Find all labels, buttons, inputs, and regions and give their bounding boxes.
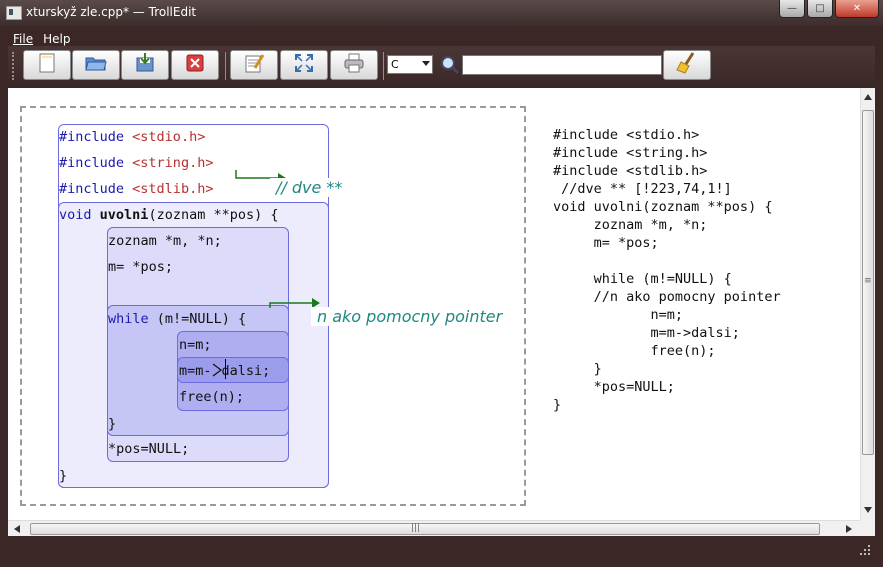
resize-grip-icon[interactable] [859, 544, 871, 556]
language-value: C [391, 58, 399, 71]
text-line[interactable]: } [553, 396, 561, 414]
toolbar-separator [383, 52, 384, 80]
fullscreen-button[interactable] [280, 50, 328, 80]
close-file-button[interactable] [171, 50, 219, 80]
scroll-left-icon[interactable] [14, 525, 20, 533]
maximize-button[interactable]: □ [807, 0, 833, 18]
include-line: #include <stdio.h> [59, 129, 206, 145]
new-file-button[interactable] [23, 50, 71, 80]
text-line[interactable]: m= *pos; [553, 234, 659, 252]
open-file-button[interactable] [72, 50, 120, 80]
text-line[interactable]: #include <stdlib.h> [553, 162, 707, 180]
text-line[interactable]: while (m!=NULL) { [553, 270, 732, 288]
print-button[interactable] [330, 50, 378, 80]
search-icon [440, 55, 460, 75]
assign-line: m= *pos; [108, 259, 174, 275]
scroll-down-icon[interactable] [864, 507, 872, 513]
text-line[interactable]: #include <stdio.h> [553, 126, 699, 144]
text-line[interactable]: *pos=NULL; [553, 378, 675, 396]
text-line[interactable]: free(n); [553, 342, 716, 360]
menu-help[interactable]: Help [38, 31, 75, 46]
edit-button[interactable] [230, 50, 278, 80]
while-header: while (m!=NULL) { [108, 311, 247, 327]
new-document-icon [38, 53, 56, 77]
scroll-corner [860, 520, 875, 536]
app-icon [6, 6, 22, 20]
editor-area[interactable]: #include <stdio.h> #include <string.h> #… [8, 88, 860, 520]
menu-file[interactable]: File [8, 31, 38, 46]
window-controls: — □ ✕ [779, 0, 879, 20]
search-input[interactable] [462, 55, 662, 75]
declaration-line: zoznam *m, *n; [108, 233, 222, 249]
chevron-down-icon [422, 61, 430, 66]
text-cursor [225, 359, 226, 379]
text-line[interactable]: //n ako pomocny pointer [553, 288, 781, 306]
statement-line: free(n); [179, 389, 245, 405]
save-icon [134, 53, 156, 77]
text-line[interactable]: n=m; [553, 306, 684, 324]
status-bar [8, 537, 875, 559]
include-line: #include <string.h> [59, 155, 214, 171]
while-close: } [108, 416, 117, 432]
text-line[interactable]: } [553, 360, 602, 378]
window-title: xturskyž zle.cpp* — TrollEdit [26, 5, 197, 19]
scroll-right-icon[interactable] [846, 525, 852, 533]
final-line: *pos=NULL; [108, 441, 190, 457]
toolbar: C [8, 46, 875, 86]
horizontal-scroll-thumb[interactable]: ||| [30, 523, 820, 535]
statement-line: n=m; [179, 337, 212, 353]
text-line[interactable]: void uvolni(zoznam **pos) { [553, 198, 772, 216]
text-line[interactable]: m=m->dalsi; [553, 324, 740, 342]
comment-dve[interactable]: // dve ** [270, 178, 349, 197]
text-line[interactable]: //dve ** [!223,74,1!] [553, 180, 732, 198]
function-close: } [59, 468, 68, 484]
language-select[interactable]: C [387, 55, 433, 74]
include-line: #include <stdlib.h> [59, 181, 214, 197]
comment-pointer[interactable]: n ako pomocny pointer [311, 307, 509, 326]
vertical-scroll-thumb[interactable]: ≡ [862, 110, 874, 455]
clean-button[interactable] [663, 50, 711, 80]
text-line[interactable]: #include <string.h> [553, 144, 707, 162]
minimize-button[interactable]: — [779, 0, 805, 18]
text-line[interactable]: zoznam *m, *n; [553, 216, 708, 234]
function-header: void uvolni(zoznam **pos) { [59, 207, 279, 223]
grip-lines-icon: ≡ [864, 276, 872, 286]
folder-icon [85, 54, 107, 76]
title-bar: xturskyž zle.cpp* — TrollEdit — □ ✕ [0, 0, 883, 26]
notepad-icon [243, 53, 265, 77]
toolbar-grip[interactable] [12, 52, 18, 80]
fullscreen-icon [294, 53, 314, 77]
close-document-icon [186, 54, 204, 76]
scroll-up-icon[interactable] [864, 94, 872, 100]
vertical-scrollbar[interactable]: ≡ [860, 88, 875, 520]
grip-lines-icon: ||| [411, 523, 421, 533]
printer-icon [343, 53, 365, 77]
horizontal-scrollbar[interactable]: ||| [8, 520, 860, 536]
close-button[interactable]: ✕ [835, 0, 879, 18]
toolbar-separator [225, 52, 226, 80]
menu-bar: File Help [8, 28, 875, 46]
broom-icon [675, 52, 699, 78]
save-file-button[interactable] [121, 50, 169, 80]
arrow-operator-icon [212, 363, 222, 377]
